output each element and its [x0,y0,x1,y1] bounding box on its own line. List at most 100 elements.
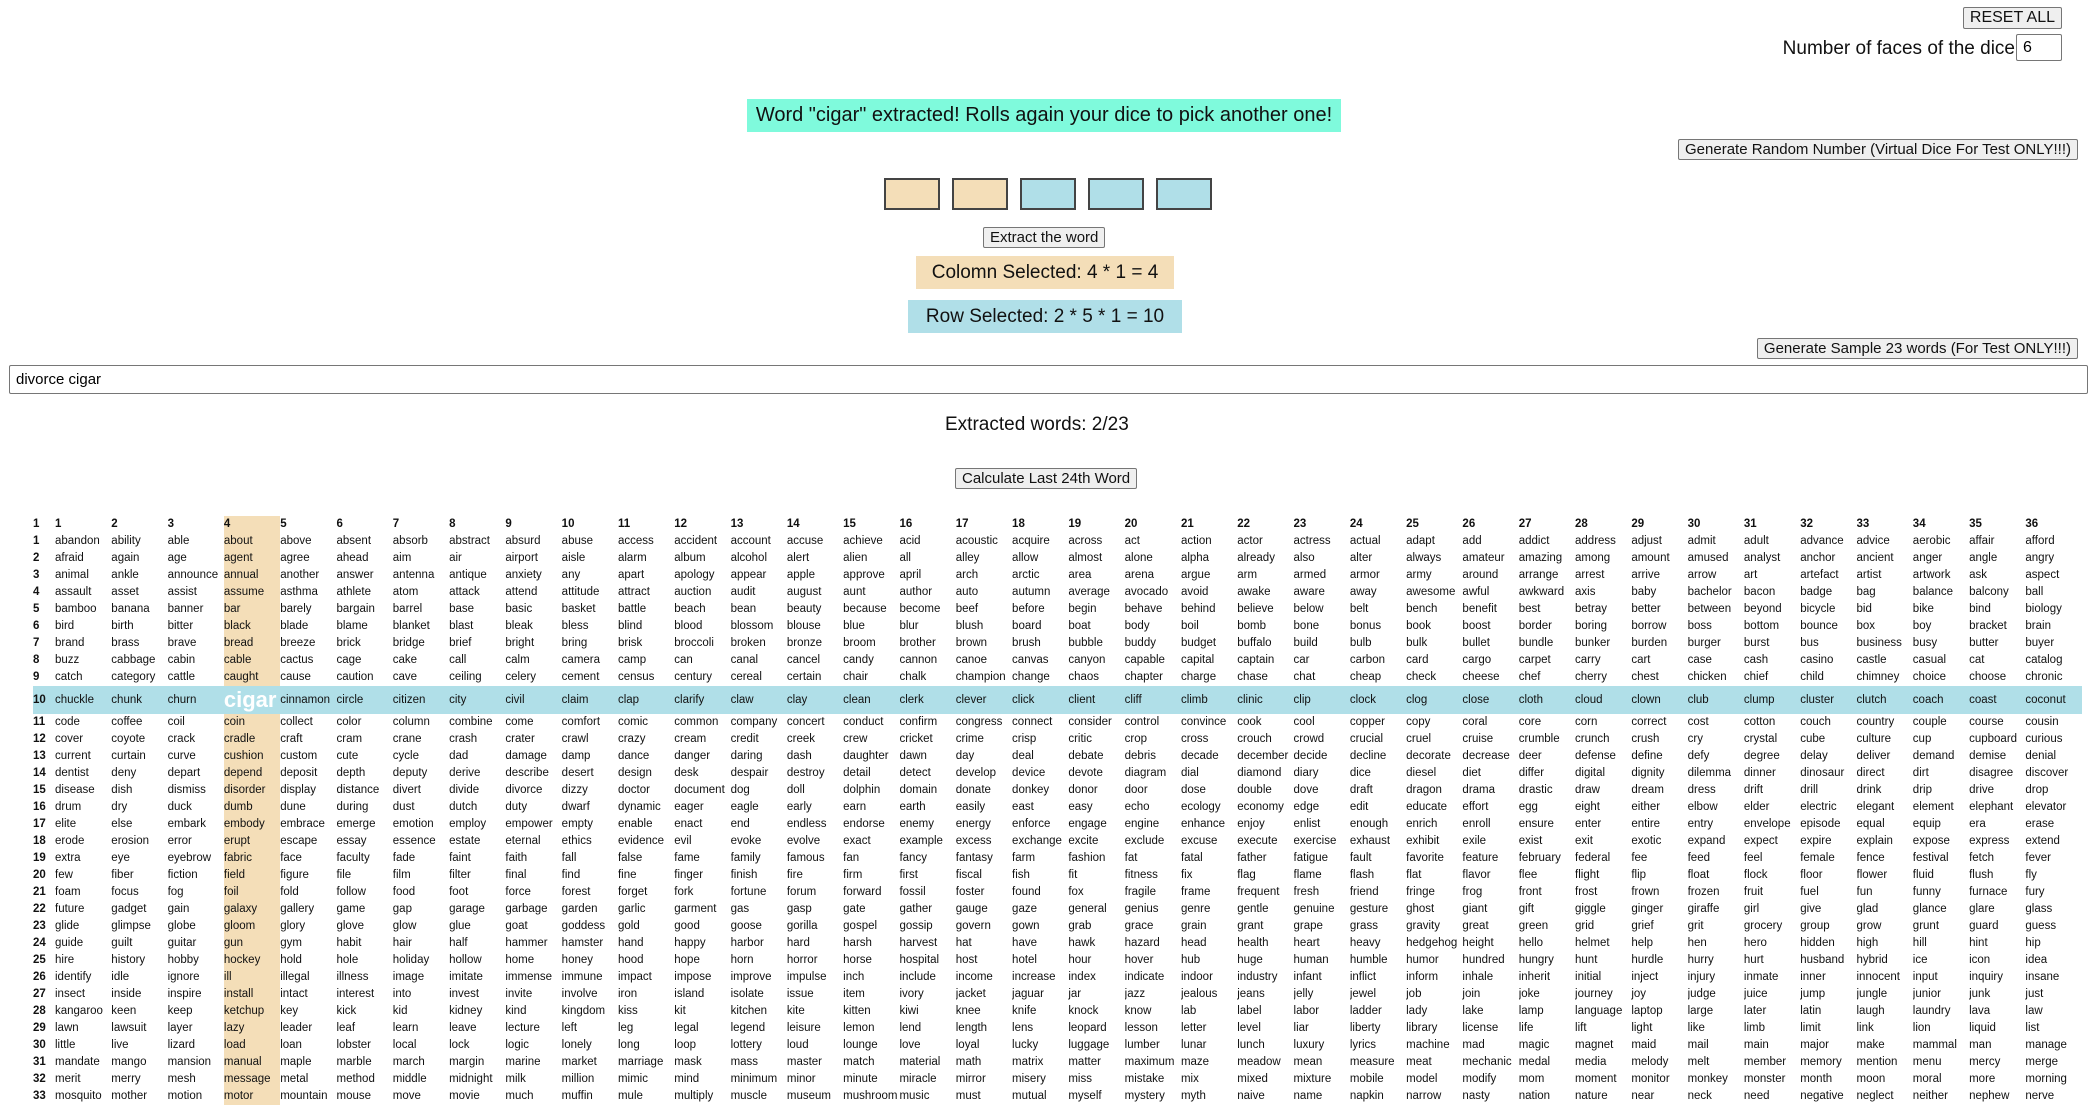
grid-word-cell: napkin [1349,1090,1384,1102]
grid-word-cell: evoke [730,835,762,847]
grid-word-cell: add [1462,535,1482,547]
grid-row-number: 11 [33,716,46,728]
grid-word-cell: around [1462,569,1499,581]
grid-word-cell: cheap [1349,671,1382,683]
grid-word-cell: crazy [617,733,646,745]
grid-word-cell: latin [1800,1005,1822,1017]
faces-input[interactable] [2016,34,2062,61]
grid-row: 28 kangaroo keen keep ketchup key kick kid kidne… [33,1003,2082,1020]
grid-word-cell: man [1969,1039,1992,1051]
grid-word-cell: country [1856,716,1895,728]
grid-word-cell: fence [1856,852,1885,864]
grid-word-cell: arctic [1012,569,1040,581]
grid-word-cell: grain [1180,920,1207,932]
die-4[interactable] [1088,178,1144,210]
grid-word-cell: decade [1180,750,1219,762]
grid-word-cell: grant [1237,920,1264,932]
generate-random-number-button[interactable]: Generate Random Number (Virtual Dice For… [1678,139,2078,160]
grid-word-cell: equal [1856,818,1885,830]
grid-word-cell: fruit [1743,886,1764,898]
grid-word-cell: conduct [843,716,884,728]
grid-word-cell: coconut [2025,686,2082,714]
grid-word-cell: invest [449,988,480,1000]
grid-word-cell: energy [955,818,991,830]
grid-word-cell: battle [617,603,647,615]
extract-word-button[interactable]: Extract the word [983,227,1106,248]
grid-word-cell: monitor [1631,1073,1670,1085]
grid-word-cell: critic [1068,733,1092,745]
grid-word-cell: gasp [786,903,812,915]
die-3[interactable] [1020,178,1076,210]
die-1[interactable] [884,178,940,210]
grid-word-cell: gap [392,903,412,915]
grid-word-cell: coil [167,716,185,728]
grid-word-cell: lottery [730,1039,762,1051]
grid-row-number: 20 [33,869,46,881]
grid-word-cell: chuckle [55,686,112,714]
grid-word-cell: analyst [1743,552,1781,564]
grid-row: 14 dentist deny depart depend deposit depth dep… [33,765,2082,782]
die-5[interactable] [1156,178,1212,210]
grid-word-cell: more [1969,1073,1996,1085]
grid-word-cell: engine [1124,818,1160,830]
grid-word-cell: fancy [899,852,927,864]
grid-word-cell: file [336,869,352,881]
grid-word-cell: attend [505,586,538,598]
grid-word-cell: envelope [1743,818,1791,830]
grid-word-cell: banner [167,603,204,615]
grid-word-cell: black [223,618,281,635]
grid-word-cell: armor [1349,569,1380,581]
grid-word-cell: coral [1462,716,1488,728]
grid-word-cell: bracket [1969,620,2007,632]
grid-word-cell: caught [223,669,281,686]
grid-word-cell: fabric [223,850,281,867]
grid-word-cell: mind [674,1073,700,1085]
grid-word-cell: lady [1406,1005,1428,1017]
grid-word-cell: dance [617,750,650,762]
grid-word-cell: exact [843,835,871,847]
grid-word-cell: acoustic [955,535,998,547]
grid-word-cell: crew [843,733,868,745]
grid-word-cell: approve [843,569,885,581]
grid-word-cell: bread [223,635,281,652]
grid-row-number: 24 [33,937,46,949]
grid-word-cell: mutual [1012,1090,1047,1102]
grid-word-cell: enable [617,818,653,830]
grid-word-cell: insect [55,988,86,1000]
grid-word-cell: capable [1124,654,1165,666]
grid-word-cell: camp [617,654,647,666]
grid-word-cell: genuine [1293,903,1335,915]
grid-word-cell: adult [1743,535,1769,547]
grid-word-cell: ecology [1180,801,1221,813]
grid-word-cell: deny [111,767,137,779]
grid-word-cell: divert [392,784,421,796]
grid-word-cell: cushion [223,748,281,765]
reset-all-button[interactable]: RESET ALL [1962,7,2062,29]
grid-word-cell: month [1800,1073,1833,1085]
grid-word-cell: minor [786,1073,816,1085]
grid-word-cell: method [336,1073,375,1085]
grid-word-cell: multiply [674,1090,714,1102]
grid-word-cell: animal [55,569,89,581]
calculate-last-word-button[interactable]: Calculate Last 24th Word [955,468,1138,489]
grid-word-cell: limit [1800,1022,1821,1034]
grid-row-number: 9 [33,671,40,683]
grid-word-cell: glove [336,920,364,932]
grid-word-cell: eight [1575,801,1600,813]
grid-word-cell: mean [1293,1056,1323,1068]
extracted-words-field[interactable] [9,365,2088,394]
grid-row: 11 code coffee coil coin collect color column co… [33,714,2082,731]
grid-word-cell: cactus [280,654,314,666]
extracted-count: Extracted words: 2/23 [945,414,1129,435]
grid-word-cell: artefact [1800,569,1839,581]
grid-word-cell: calm [505,654,530,666]
grid-word-cell: leopard [1068,1022,1107,1034]
generate-sample-words-button[interactable]: Generate Sample 23 words (For Test ONLY!… [1756,338,2078,359]
grid-row-number: 26 [33,971,46,983]
die-2[interactable] [952,178,1008,210]
grid-word-cell: lion [1912,1022,1931,1034]
grid-word-cell: cry [1687,733,1703,745]
grid-word-cell: draw [1575,784,1600,796]
grid-word-cell: harvest [899,937,938,949]
grid-word-cell: collect [280,716,313,728]
